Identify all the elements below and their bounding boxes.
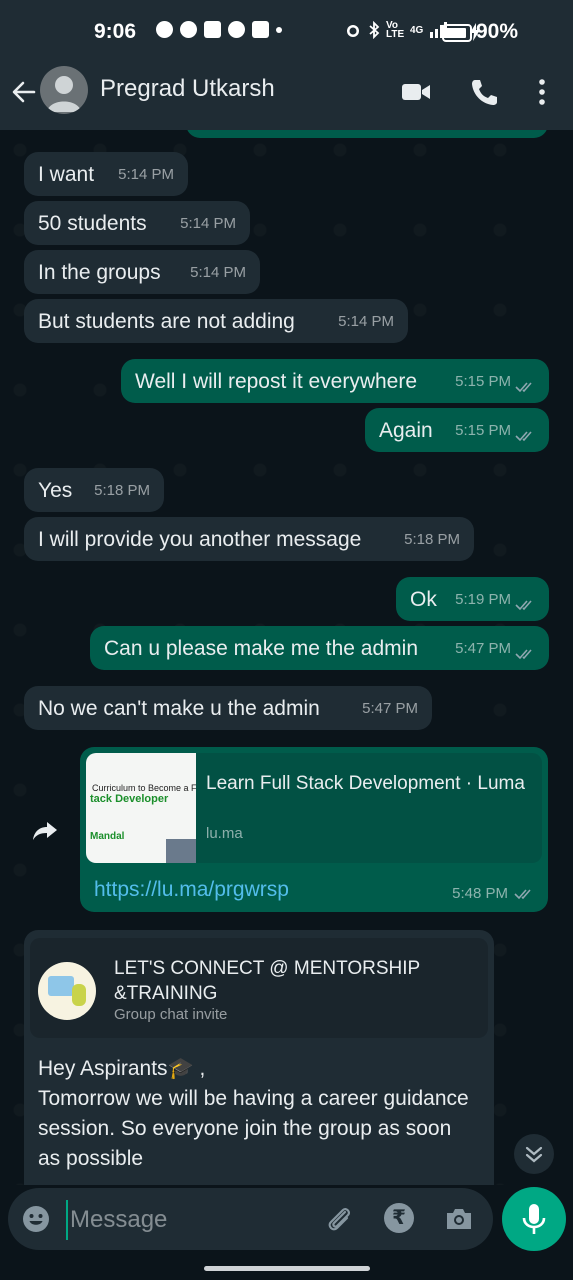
message-time: 5:18 PM xyxy=(94,482,150,499)
network-type-label: 4G xyxy=(410,24,424,36)
link-url[interactable]: https://lu.ma/prgwrsp xyxy=(94,878,289,902)
message-time: 5:15 PM xyxy=(455,373,511,390)
camera-icon[interactable] xyxy=(444,1204,474,1234)
back-arrow-icon[interactable] xyxy=(10,78,38,106)
message-time: 5:14 PM xyxy=(118,166,174,183)
app-notification-icon xyxy=(252,21,269,38)
message-time: 5:47 PM xyxy=(455,640,511,657)
link-preview-domain: lu.ma xyxy=(206,825,243,842)
message-time: 5:14 PM xyxy=(338,313,394,330)
message-bubble[interactable]: I will provide you another message 5:18 … xyxy=(24,517,474,561)
group-invite-bubble[interactable]: LET'S CONNECT @ MENTORSHIP &TRAINING Gro… xyxy=(24,930,494,1185)
more-notifications-icon xyxy=(276,27,282,33)
message-text: Well I will repost it everywhere xyxy=(135,370,418,393)
message-bubble[interactable]: Well I will repost it everywhere 5:15 PM xyxy=(121,359,549,403)
group-invite-header[interactable]: LET'S CONNECT @ MENTORSHIP &TRAINING Gro… xyxy=(30,938,488,1038)
chat-area[interactable]: I want 5:14 PM 50 students 5:14 PM In th… xyxy=(0,130,573,1185)
read-receipt-icon xyxy=(515,649,532,660)
chat-notification-icon xyxy=(156,21,173,38)
message-time: 5:14 PM xyxy=(190,264,246,281)
alarm-icon xyxy=(347,25,359,37)
group-invite-label: Group chat invite xyxy=(114,1006,228,1023)
message-bubble[interactable]: I want 5:14 PM xyxy=(24,152,188,196)
forward-icon[interactable] xyxy=(30,815,60,845)
bluetooth-icon xyxy=(369,21,380,39)
message-bubble[interactable]: In the groups 5:14 PM xyxy=(24,250,260,294)
notification-icons xyxy=(156,21,282,38)
thumbnail-text: Curriculum to Become a Full Stack xyxy=(92,783,196,793)
message-text: In the groups xyxy=(38,261,161,284)
contact-avatar[interactable] xyxy=(40,66,88,114)
message-bubble-partial[interactable] xyxy=(186,130,548,138)
payment-rupee-icon[interactable]: ₹ xyxy=(384,1203,414,1233)
message-text: Yes xyxy=(38,479,73,502)
message-time: 5:47 PM xyxy=(362,700,418,717)
message-bubble[interactable]: Can u please make me the admin 5:47 PM xyxy=(90,626,549,670)
read-receipt-icon xyxy=(514,889,531,900)
message-bubble[interactable]: But students are not adding 5:14 PM xyxy=(24,299,408,343)
thumbnail-text: tack Developer xyxy=(90,793,169,805)
message-input[interactable] xyxy=(66,1200,312,1240)
message-bubble[interactable]: Ok 5:19 PM xyxy=(396,577,549,621)
thumbnail-graphic xyxy=(166,839,196,863)
message-time: 5:19 PM xyxy=(455,591,511,608)
message-text: Hey Aspirants🎓 , xyxy=(38,1057,206,1080)
more-options-icon[interactable] xyxy=(526,76,558,108)
group-name: LET'S CONNECT @ MENTORSHIP &TRAINING xyxy=(114,958,420,1004)
battery-icon xyxy=(442,24,472,42)
video-call-icon[interactable] xyxy=(400,76,432,108)
message-text: Tomorrow we will be having a career guid… xyxy=(38,1087,469,1170)
message-bubble[interactable]: No we can't make u the admin 5:47 PM xyxy=(24,686,432,730)
attach-icon[interactable] xyxy=(323,1203,355,1235)
message-time: 5:18 PM xyxy=(404,531,460,548)
read-receipt-icon xyxy=(515,431,532,442)
gesture-navigation-handle[interactable] xyxy=(204,1266,370,1271)
message-bubble[interactable]: Again 5:15 PM xyxy=(365,408,549,452)
link-preview[interactable]: Curriculum to Become a Full Stack tack D… xyxy=(86,753,542,863)
emoji-icon[interactable] xyxy=(22,1205,50,1233)
message-text: No we can't make u the admin xyxy=(38,697,320,720)
link-preview-title: Learn Full Stack Development · Luma xyxy=(206,773,525,794)
message-text: 50 students xyxy=(38,212,147,235)
status-time: 9:06 xyxy=(94,20,137,43)
battery-percent: 90% xyxy=(476,20,519,43)
voice-record-button[interactable] xyxy=(502,1187,566,1251)
link-thumbnail: Curriculum to Become a Full Stack tack D… xyxy=(86,753,196,863)
group-invite-message: Hey Aspirants🎓 , Tomorrow we will be hav… xyxy=(38,1054,478,1174)
thumbnail-text: Mandal xyxy=(90,831,125,842)
default-avatar-icon xyxy=(47,76,81,112)
message-text: Ok xyxy=(410,588,437,611)
message-time: 5:48 PM xyxy=(452,885,508,902)
message-composer: ₹ xyxy=(8,1188,493,1250)
volte-label: Vo LTE xyxy=(386,20,405,40)
message-time: 5:14 PM xyxy=(180,215,236,232)
message-bubble[interactable]: 50 students 5:14 PM xyxy=(24,201,250,245)
message-time: 5:15 PM xyxy=(455,422,511,439)
linkedin-icon xyxy=(204,21,221,38)
message-text: I will provide you another message xyxy=(38,528,362,551)
message-bubble[interactable]: Yes 5:18 PM xyxy=(24,468,164,512)
double-chevron-down-icon xyxy=(525,1146,543,1163)
message-text: Can u please make me the admin xyxy=(104,637,419,660)
message-text: I want xyxy=(38,163,95,186)
voice-call-icon[interactable] xyxy=(468,76,500,108)
contact-name[interactable]: Pregrad Utkarsh xyxy=(100,75,275,103)
status-bar: 9:06 Vo LTE 4G 90% xyxy=(0,0,573,62)
read-receipt-icon xyxy=(515,600,532,611)
chat-header: Pregrad Utkarsh xyxy=(0,62,573,130)
message-text: Again xyxy=(379,419,433,442)
link-message-bubble[interactable]: Curriculum to Become a Full Stack tack D… xyxy=(80,747,548,912)
scroll-to-bottom-button[interactable] xyxy=(514,1134,554,1174)
browser-notification-icon xyxy=(180,21,197,38)
microphone-icon xyxy=(522,1204,546,1234)
whatsapp-notification-icon xyxy=(228,21,245,38)
group-avatar xyxy=(38,962,96,1020)
system-icons: Vo LTE 4G xyxy=(344,20,448,40)
read-receipt-icon xyxy=(515,382,532,393)
message-text: But students are not adding xyxy=(38,310,295,333)
